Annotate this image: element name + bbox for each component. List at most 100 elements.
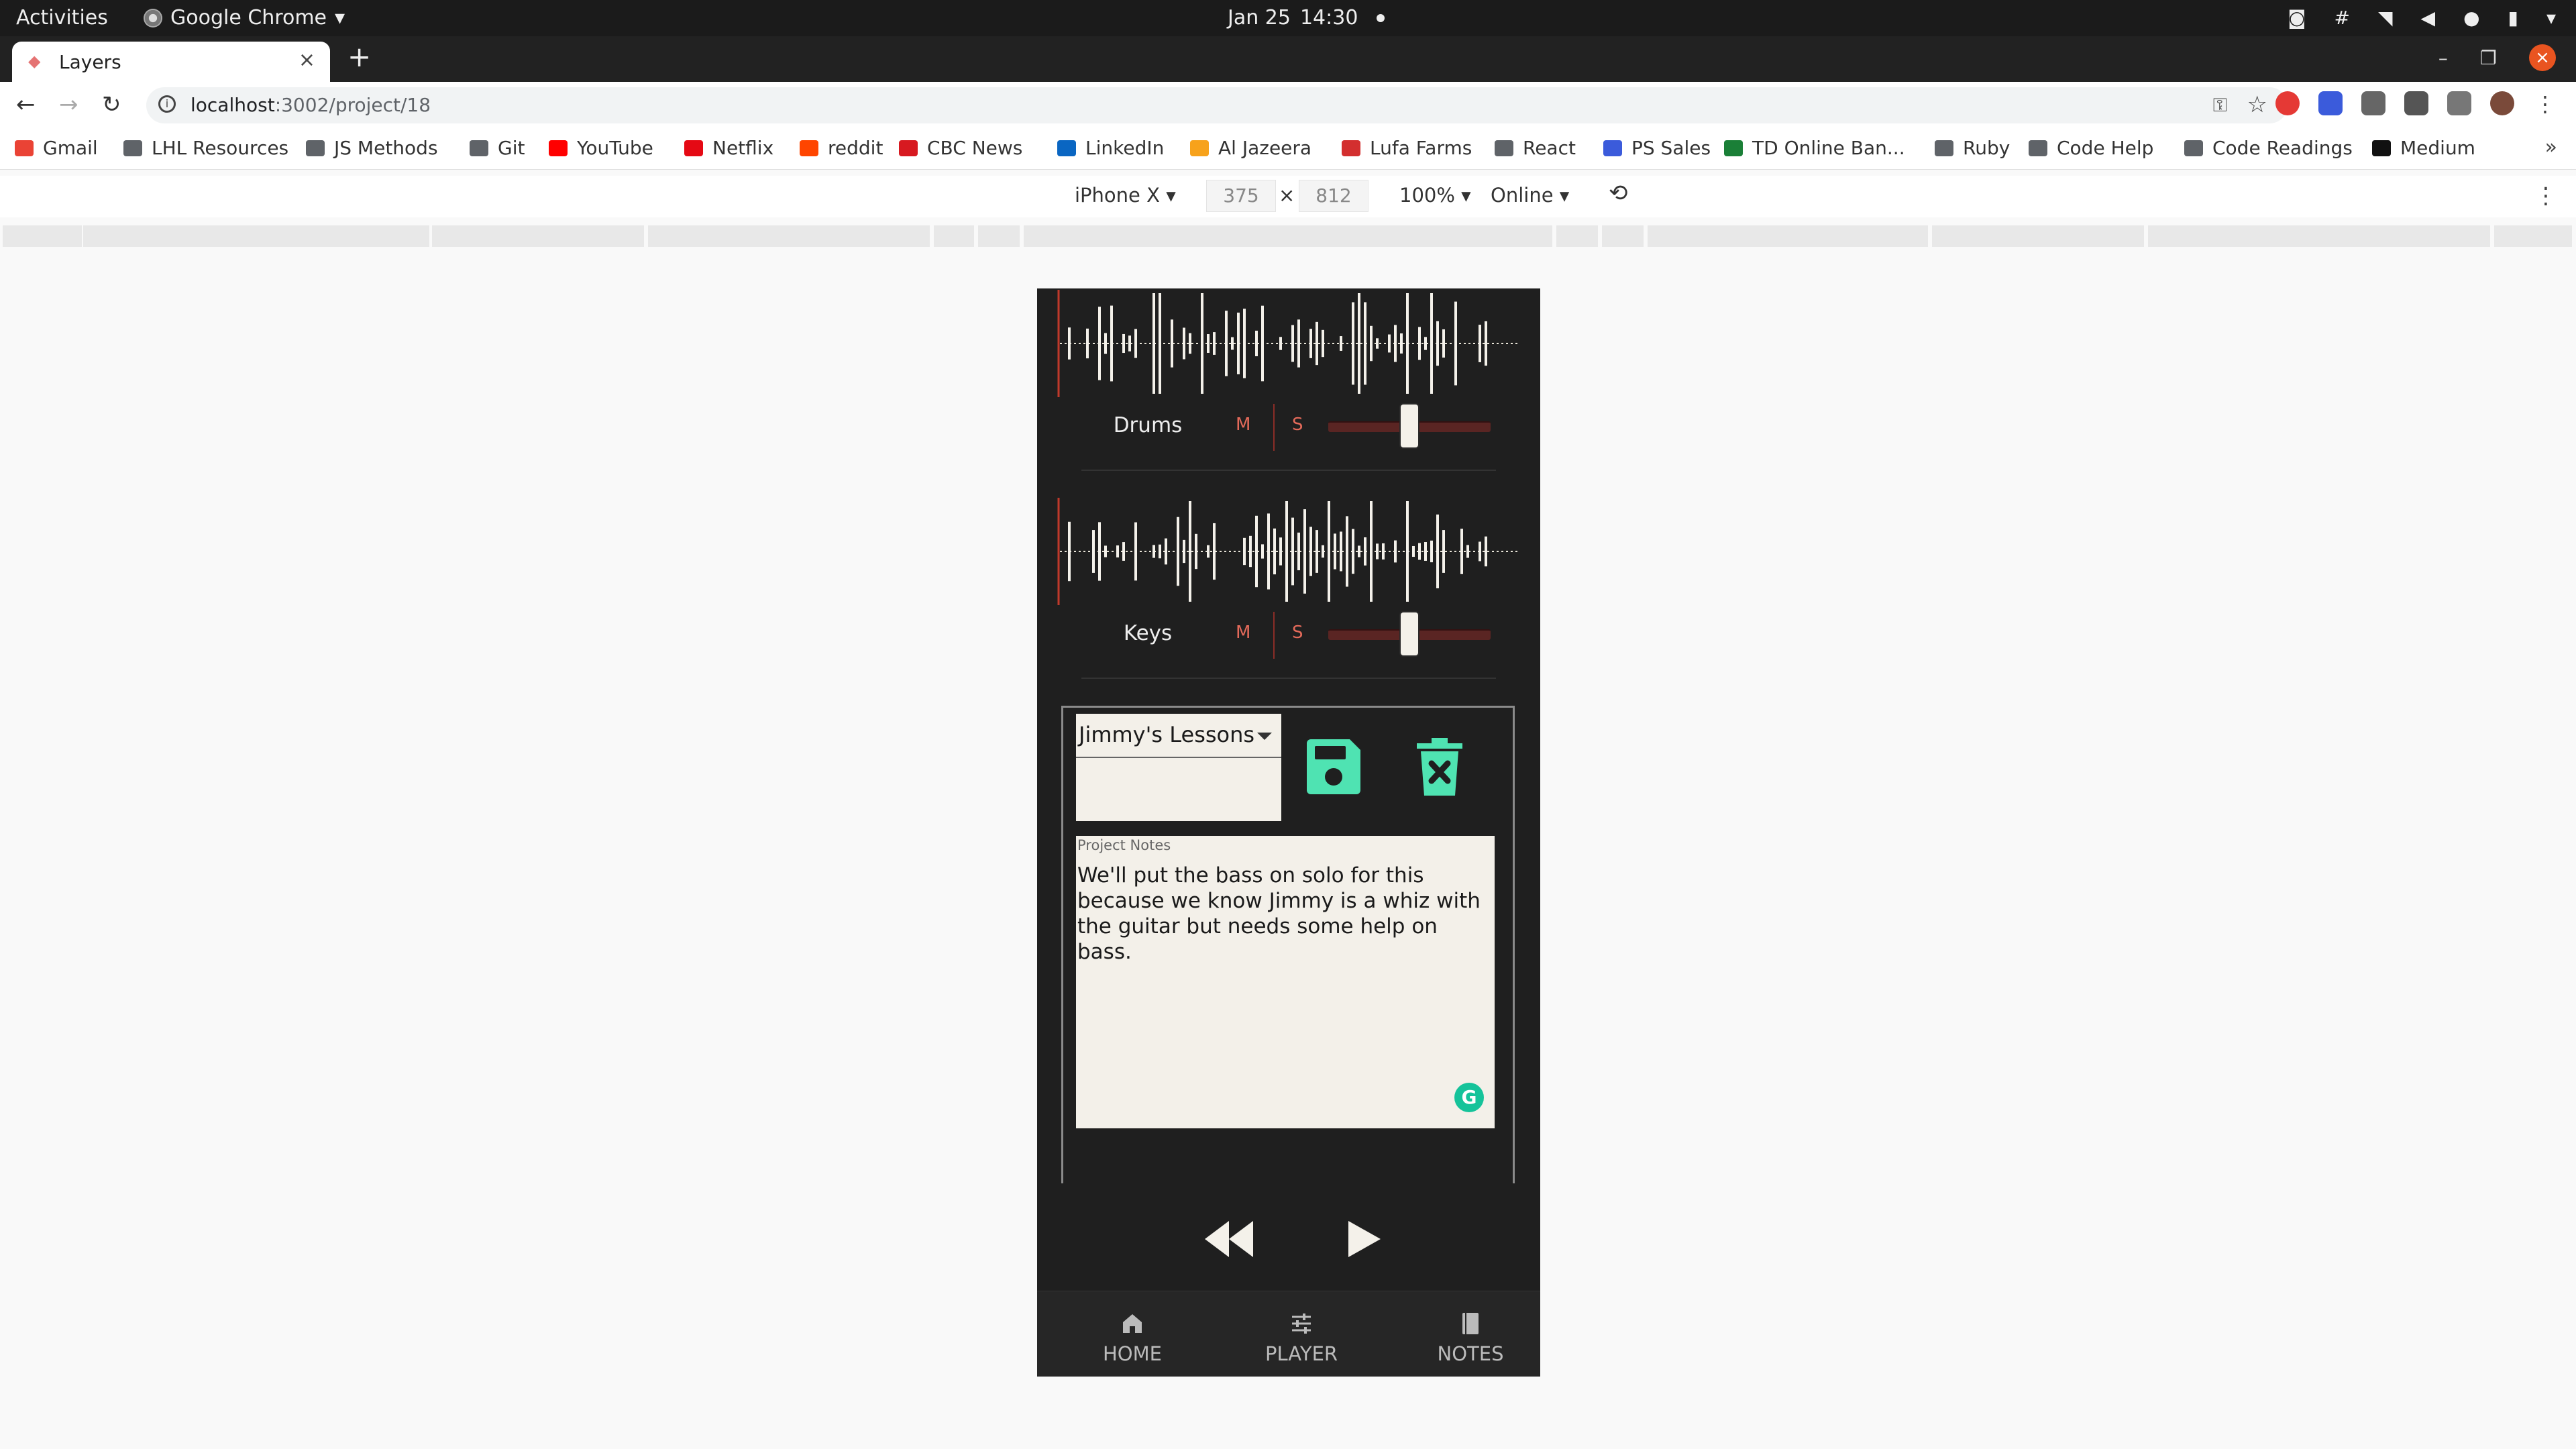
media-query-segment[interactable] xyxy=(978,225,1020,247)
bookmark-item[interactable]: CBC News xyxy=(899,137,1022,159)
trash-icon[interactable] xyxy=(1413,737,1466,798)
close-window-button[interactable]: × xyxy=(2529,44,2556,71)
rewind-button[interactable] xyxy=(1202,1217,1256,1261)
project-notes-textarea[interactable]: Project Notes We'll put the bass on solo… xyxy=(1076,836,1495,1128)
media-query-segment[interactable] xyxy=(1024,225,1552,247)
bookmark-item[interactable]: LinkedIn xyxy=(1057,137,1164,159)
media-query-segment[interactable] xyxy=(1932,225,2144,247)
opera-extension-icon[interactable] xyxy=(2275,91,2300,115)
bookmark-item[interactable]: Ruby xyxy=(1935,137,2010,159)
nav-player[interactable]: PLAYER xyxy=(1228,1311,1375,1365)
bookmark-item[interactable]: Code Help xyxy=(2029,137,2153,159)
bookmark-item[interactable]: TD Online Ban... xyxy=(1724,137,1905,159)
network-select[interactable]: Online ▾ xyxy=(1491,184,1569,207)
media-query-segment[interactable] xyxy=(3,225,82,247)
reload-icon[interactable]: ↻ xyxy=(102,91,121,118)
address-bar[interactable]: i localhost:3002/project/18 ⚿ ☆ xyxy=(146,87,2288,123)
close-tab-icon[interactable]: × xyxy=(299,48,315,72)
bookmark-item[interactable]: Lufa Farms xyxy=(1342,137,1472,159)
waveform[interactable] xyxy=(1057,498,1520,605)
clock[interactable]: Jan 25 14:30 xyxy=(1228,6,1385,30)
mute-button[interactable]: M xyxy=(1236,623,1256,643)
bookmark-item[interactable]: React xyxy=(1495,137,1576,159)
folder-icon xyxy=(470,140,488,156)
reading-list-icon[interactable] xyxy=(2447,91,2471,115)
project-select[interactable]: Jimmy's Lessons xyxy=(1076,714,1281,758)
bookmark-item[interactable]: YouTube xyxy=(549,137,653,159)
bookmark-label: TD Online Ban... xyxy=(1752,137,1905,159)
waveform-bar xyxy=(1165,538,1167,565)
volume-slider-thumb[interactable] xyxy=(1401,612,1418,655)
app-menu[interactable]: Google Chrome ▾ xyxy=(144,6,345,30)
width-input[interactable]: 375 xyxy=(1206,180,1276,212)
bookmark-item[interactable]: JS Methods xyxy=(306,137,438,159)
password-key-icon[interactable]: ⚿ xyxy=(2213,94,2227,117)
bookmark-item[interactable]: reddit xyxy=(800,137,883,159)
puzzle-extensions-icon[interactable] xyxy=(2404,91,2428,115)
tools-extension-icon[interactable] xyxy=(2361,91,2385,115)
media-query-segment[interactable] xyxy=(2148,225,2490,247)
rotate-icon[interactable]: ⟲ xyxy=(1609,180,1628,207)
waveform-bar xyxy=(1334,533,1336,570)
site-info-icon[interactable]: i xyxy=(158,95,176,113)
media-query-segment[interactable] xyxy=(2494,225,2572,247)
site-favicon-icon xyxy=(1724,140,1743,156)
play-button[interactable] xyxy=(1343,1217,1383,1261)
download-extension-icon[interactable] xyxy=(2318,91,2343,115)
tab-layers[interactable]: ◆ Layers × xyxy=(12,42,330,82)
device-toolbar-menu-icon[interactable]: ⋮ xyxy=(2534,182,2557,209)
project-select-field[interactable] xyxy=(1076,758,1281,821)
mute-button[interactable]: M xyxy=(1236,415,1256,435)
waveform[interactable] xyxy=(1057,290,1520,397)
project-notes-text[interactable]: We'll put the bass on solo for this beca… xyxy=(1077,863,1488,965)
media-query-segment[interactable] xyxy=(1648,225,1928,247)
waveform-bar xyxy=(1370,501,1373,602)
bookmark-item[interactable]: Gmail xyxy=(15,137,98,159)
track-divider-line xyxy=(1273,404,1275,451)
media-query-segment[interactable] xyxy=(1556,225,1598,247)
media-query-segment[interactable] xyxy=(648,225,930,247)
waveform-bar xyxy=(1243,309,1246,378)
bookmark-item[interactable]: Code Readings xyxy=(2184,137,2353,159)
bookmark-item[interactable]: Git xyxy=(470,137,525,159)
nav-home[interactable]: HOME xyxy=(1059,1311,1206,1365)
bookmark-item[interactable]: Al Jazeera xyxy=(1190,137,1311,159)
track-separator xyxy=(1081,678,1496,679)
media-query-segment[interactable] xyxy=(934,225,974,247)
avatar[interactable] xyxy=(2490,91,2514,115)
media-query-segment[interactable] xyxy=(83,225,429,247)
new-tab-button[interactable]: + xyxy=(347,40,371,73)
activities-button[interactable]: Activities xyxy=(16,6,108,30)
bookmark-item[interactable]: LHL Resources xyxy=(123,137,288,159)
forward-icon[interactable]: → xyxy=(59,91,78,118)
waveform-bar xyxy=(1231,337,1234,350)
system-tray[interactable]: ◙ # ◥ ◀ ● ▮ ▾ xyxy=(2288,7,2556,29)
track-separator xyxy=(1081,470,1496,471)
bookmark-star-icon[interactable]: ☆ xyxy=(2247,91,2267,118)
bookmark-label: Code Help xyxy=(2057,137,2154,159)
media-query-segment[interactable] xyxy=(1602,225,1644,247)
bookmark-item[interactable]: Medium xyxy=(2372,137,2475,159)
minimize-icon[interactable]: – xyxy=(2438,47,2448,69)
restore-icon[interactable]: ❐ xyxy=(2480,47,2497,69)
folder-icon xyxy=(2184,140,2203,156)
bookmark-item[interactable]: Netflix xyxy=(684,137,773,159)
device-select[interactable]: iPhone X ▾ xyxy=(1075,184,1176,207)
grammarly-icon[interactable]: G xyxy=(1454,1083,1484,1112)
save-icon[interactable] xyxy=(1303,737,1364,798)
nav-notes[interactable]: NOTES xyxy=(1397,1311,1540,1365)
solo-button[interactable]: S xyxy=(1292,415,1312,435)
url-text[interactable]: localhost:3002/project/18 xyxy=(191,94,431,116)
solo-button[interactable]: S xyxy=(1292,623,1312,643)
waveform-bar xyxy=(1376,543,1379,559)
height-input[interactable]: 812 xyxy=(1299,180,1368,212)
back-icon[interactable]: ← xyxy=(16,91,36,118)
media-query-segment[interactable] xyxy=(432,225,644,247)
bookmark-label: JS Methods xyxy=(334,137,438,159)
zoom-select[interactable]: 100% ▾ xyxy=(1399,184,1471,207)
more-bookmarks-button[interactable]: » xyxy=(2545,136,2557,159)
bookmark-item[interactable]: PS Sales xyxy=(1603,137,1711,159)
volume-slider-thumb[interactable] xyxy=(1401,405,1418,447)
waveform-bar xyxy=(1352,302,1354,385)
chrome-menu-icon[interactable]: ⋮ xyxy=(2533,91,2557,117)
